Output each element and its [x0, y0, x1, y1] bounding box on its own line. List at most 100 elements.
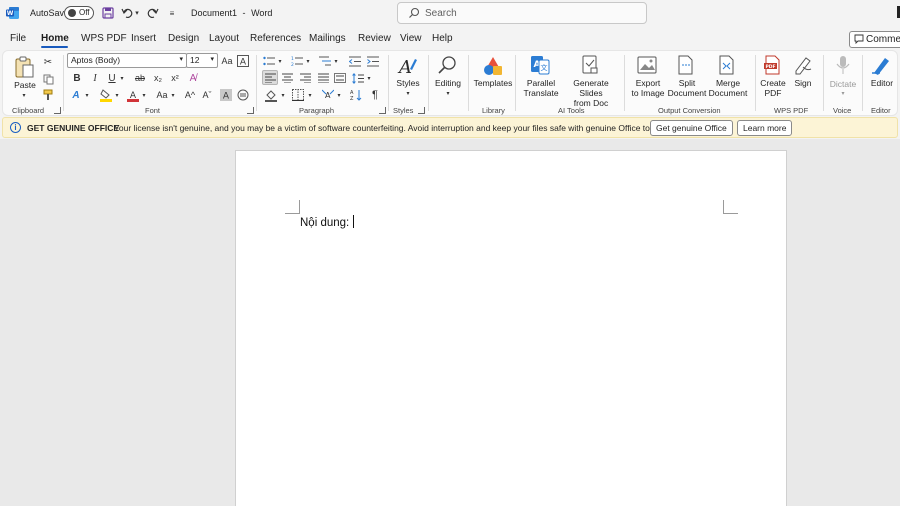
dictate-microphone-icon[interactable] — [832, 54, 854, 76]
cut-icon[interactable]: ✂ — [41, 55, 55, 69]
create-pdf-icon[interactable]: PDF — [761, 54, 785, 76]
document-page[interactable]: Nội dung: — [235, 150, 787, 506]
tab-references[interactable]: References — [250, 33, 301, 44]
editor-icon[interactable] — [869, 54, 893, 76]
sort-icon[interactable]: AZ — [349, 88, 363, 102]
customize-toolbar-icon[interactable]: ≡ — [164, 5, 180, 21]
change-case-dropdown-icon[interactable]: Aa — [154, 88, 170, 102]
autosave-toggle[interactable]: Off — [64, 6, 94, 20]
parallel-translate-icon[interactable]: A文 — [528, 54, 552, 76]
styles-dialog-launcher[interactable] — [418, 107, 425, 114]
shading-icon[interactable] — [264, 88, 278, 102]
align-left-icon[interactable] — [262, 70, 278, 85]
subscript-icon[interactable]: x₂ — [151, 71, 165, 85]
highlight-icon[interactable] — [99, 88, 113, 102]
justify-icon[interactable] — [316, 71, 330, 85]
create-pdf-line2: PDF — [764, 88, 782, 98]
text-effects-dropdown-icon[interactable]: ▾ — [83, 88, 91, 102]
change-case-arrow-icon[interactable]: ▾ — [169, 88, 177, 102]
save-icon[interactable] — [100, 5, 116, 21]
tab-wps-pdf[interactable]: WPS PDF — [81, 33, 127, 44]
numbering-dropdown-icon[interactable]: ▾ — [304, 54, 312, 68]
comments-button[interactable]: Commen — [849, 31, 900, 48]
multilevel-list-icon[interactable] — [318, 54, 332, 68]
redo-icon[interactable] — [144, 5, 160, 21]
search-input[interactable]: Search — [397, 2, 647, 24]
underline-icon[interactable]: U — [106, 71, 118, 85]
merge-document-icon[interactable] — [715, 54, 739, 76]
clear-formatting-icon[interactable]: A̸ — [186, 71, 200, 85]
text-effects-box-icon[interactable]: A — [236, 54, 250, 68]
templates-icon[interactable] — [481, 54, 505, 78]
strikethrough-icon[interactable]: ab — [133, 71, 147, 85]
numbering-icon[interactable]: 12 — [290, 54, 304, 68]
editing-dropdown-icon[interactable]: ▾ — [444, 89, 452, 97]
text-effects-icon[interactable]: A — [69, 88, 83, 102]
bold-icon[interactable]: B — [71, 71, 83, 85]
comment-icon — [854, 34, 864, 47]
shrink-font-icon[interactable]: Aˇ — [200, 88, 214, 102]
line-spacing-icon[interactable] — [351, 71, 365, 85]
styles-dropdown-icon[interactable]: ▾ — [404, 89, 412, 97]
learn-more-button[interactable]: Learn more — [737, 120, 793, 136]
paragraph-dialog-launcher[interactable] — [379, 107, 386, 114]
font-dialog-launcher[interactable] — [247, 107, 254, 114]
format-painter-icon[interactable] — [41, 88, 55, 102]
tab-view[interactable]: View — [400, 33, 422, 44]
create-pdf-line1: Create — [760, 78, 786, 88]
enclose-characters-icon[interactable] — [236, 88, 250, 102]
generate-slides-icon[interactable] — [578, 54, 602, 76]
paste-dropdown-icon[interactable]: ▾ — [20, 91, 28, 99]
font-size-select[interactable]: 12 ▾ — [186, 53, 218, 68]
document-body-text[interactable]: Nội dung: — [300, 215, 355, 229]
align-center-icon[interactable] — [280, 71, 294, 85]
font-color-dropdown-icon[interactable]: ▾ — [140, 88, 148, 102]
tab-layout[interactable]: Layout — [209, 33, 239, 44]
borders-dropdown-icon[interactable]: ▾ — [306, 88, 314, 102]
underline-dropdown-icon[interactable]: ▾ — [118, 71, 126, 85]
tab-home[interactable]: Home — [41, 33, 69, 44]
font-color-icon[interactable]: A — [126, 88, 140, 102]
sign-icon[interactable] — [791, 54, 815, 76]
tab-mailings[interactable]: Mailings — [309, 33, 346, 44]
highlight-dropdown-icon[interactable]: ▾ — [113, 88, 121, 102]
bullets-dropdown-icon[interactable]: ▾ — [276, 54, 284, 68]
change-case-icon[interactable]: Aa — [220, 54, 234, 68]
line-spacing-dropdown-icon[interactable]: ▾ — [365, 71, 373, 85]
get-genuine-office-button[interactable]: Get genuine Office — [650, 120, 733, 136]
chinese-layout-icon[interactable]: A — [321, 88, 335, 102]
font-name-select[interactable]: Aptos (Body) ▾ — [67, 53, 187, 68]
svg-text:A: A — [397, 57, 412, 77]
undo-dropdown-icon[interactable]: ▾ — [133, 5, 141, 21]
decrease-indent-icon[interactable] — [348, 54, 362, 68]
distributed-icon[interactable] — [333, 71, 347, 85]
clipboard-dialog-launcher[interactable] — [54, 107, 61, 114]
tab-design[interactable]: Design — [168, 33, 199, 44]
tab-review[interactable]: Review — [358, 33, 391, 44]
tab-file[interactable]: File — [10, 33, 26, 44]
dictate-dropdown-icon[interactable]: ▾ — [839, 89, 847, 97]
increase-indent-icon[interactable] — [366, 54, 380, 68]
character-shading-icon[interactable]: A — [219, 88, 233, 102]
superscript-icon[interactable]: x² — [168, 71, 182, 85]
svg-text:Z: Z — [350, 96, 354, 101]
editing-search-icon[interactable] — [435, 54, 459, 76]
export-image-icon[interactable] — [635, 54, 659, 76]
show-formatting-marks-icon[interactable]: ¶ — [368, 88, 382, 102]
svg-text:PDF: PDF — [765, 64, 775, 70]
paste-icon[interactable] — [13, 55, 35, 79]
chinese-layout-dropdown-icon[interactable]: ▾ — [335, 88, 343, 102]
split-document-icon[interactable] — [674, 54, 698, 76]
shading-dropdown-icon[interactable]: ▾ — [279, 88, 287, 102]
grow-font-icon[interactable]: A^ — [183, 88, 197, 102]
bullets-icon[interactable] — [262, 54, 276, 68]
borders-icon[interactable] — [291, 88, 305, 102]
italic-icon[interactable]: I — [89, 71, 101, 85]
styles-icon[interactable]: A — [395, 54, 419, 78]
copy-icon[interactable] — [41, 72, 55, 86]
export-image-label: Export to Image — [627, 78, 669, 98]
tab-insert[interactable]: Insert — [131, 33, 156, 44]
multilevel-dropdown-icon[interactable]: ▾ — [332, 54, 340, 68]
tab-help[interactable]: Help — [432, 33, 453, 44]
align-right-icon[interactable] — [298, 71, 312, 85]
